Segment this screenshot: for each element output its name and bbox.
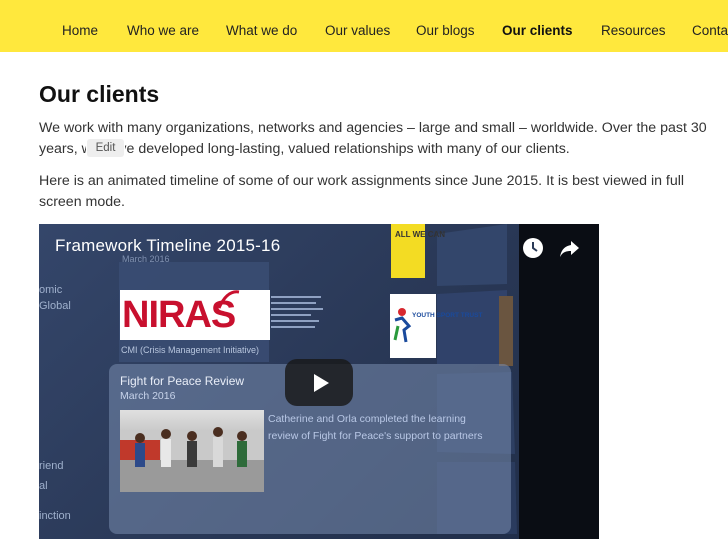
slide-caption: CMI (Crisis Management Initiative)	[121, 345, 260, 355]
review-photo	[120, 410, 264, 492]
video-title: Framework Timeline 2015-16	[55, 236, 281, 255]
watch-later-clock-icon[interactable]	[522, 237, 544, 259]
review-date: March 2016	[120, 390, 176, 402]
niras-text-lines	[271, 296, 323, 328]
nav-resources[interactable]: Resources	[601, 23, 666, 38]
allwecan-logo-text: ALL WE CAN	[395, 230, 446, 239]
edit-button[interactable]: Edit	[87, 139, 124, 157]
video-player[interactable]: omic Global riend al inction March 2016 …	[39, 224, 599, 539]
nav-home[interactable]: Home	[62, 23, 98, 38]
review-description: Catherine and Orla completed the learnin…	[268, 413, 483, 442]
top-nav: Home Who we are What we do Our values Ou…	[0, 0, 728, 52]
timeline-left-label: Global	[39, 300, 71, 312]
play-icon	[314, 374, 329, 392]
play-button[interactable]	[285, 359, 353, 406]
children-photo-image	[120, 427, 264, 492]
video-dark-edge	[519, 224, 599, 539]
nav-who-we-are[interactable]: Who we are	[127, 23, 199, 38]
timeline-left-label: al	[39, 480, 48, 492]
timeline-left-label: inction	[39, 510, 71, 522]
youth-figure-icon	[393, 308, 412, 343]
page-title: Our clients	[39, 81, 160, 107]
timeline-note-paragraph: Here is an animated timeline of some of …	[39, 173, 685, 210]
timeline-left-label: omic	[39, 284, 63, 296]
youth-sport-trust-text: YOUTH SPORT TRUST	[412, 312, 483, 319]
timeline-left-label: riend	[39, 460, 64, 472]
nav-our-blogs[interactable]: Our blogs	[416, 23, 475, 38]
review-title: Fight for Peace Review	[120, 374, 245, 388]
youth-sport-trust-logo	[390, 294, 436, 358]
nav-our-clients[interactable]: Our clients	[502, 23, 573, 38]
nav-our-values[interactable]: Our values	[325, 23, 390, 38]
share-arrow-icon[interactable]	[558, 237, 580, 259]
niras-swoosh-icon	[217, 290, 240, 309]
intro-paragraph: We work with many organizations, network…	[39, 120, 707, 157]
niras-side-text-block	[271, 296, 331, 343]
nav-what-we-do[interactable]: What we do	[226, 23, 297, 38]
nav-contact[interactable]: Contac	[692, 23, 728, 38]
